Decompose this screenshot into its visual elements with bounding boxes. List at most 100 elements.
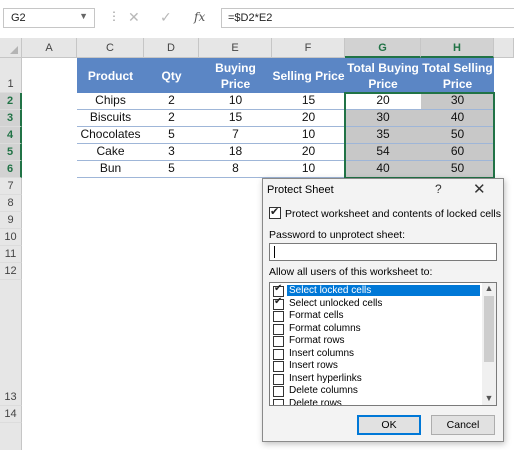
- table-cell[interactable]: 20: [272, 144, 345, 161]
- active-cell[interactable]: 20: [345, 93, 421, 110]
- table-cell[interactable]: 2: [144, 93, 199, 110]
- table-cell[interactable]: 10: [272, 161, 345, 178]
- table-cell[interactable]: Chocolates: [77, 127, 144, 144]
- list-item[interactable]: Select locked cells: [270, 283, 482, 298]
- insert-function-icon[interactable]: fx: [194, 10, 205, 24]
- formula-input[interactable]: =$D2*E2: [221, 8, 514, 28]
- permission-checkbox[interactable]: [273, 336, 284, 347]
- table-cell[interactable]: 8: [199, 161, 272, 178]
- row-header-6[interactable]: 6: [0, 161, 22, 178]
- scrollbar-thumb[interactable]: [484, 296, 494, 362]
- table-cell[interactable]: Biscuits: [77, 110, 144, 127]
- ok-button[interactable]: OK: [357, 415, 421, 435]
- table-cell[interactable]: 7: [199, 127, 272, 144]
- permission-label: Select unlocked cells: [289, 297, 383, 309]
- scroll-down-icon[interactable]: ▼: [482, 393, 496, 405]
- table-cell[interactable]: 10: [199, 93, 272, 110]
- row-header-12[interactable]: 12: [0, 263, 22, 280]
- row-header-5[interactable]: 5: [0, 144, 22, 161]
- cancel-icon[interactable]: ✕: [128, 9, 140, 26]
- table-cell[interactable]: 40: [421, 110, 494, 127]
- table-cell[interactable]: 3: [144, 144, 199, 161]
- column-header-e[interactable]: E: [199, 38, 272, 58]
- select-all-button[interactable]: [0, 38, 22, 58]
- table-cell[interactable]: 20: [272, 110, 345, 127]
- scroll-up-icon[interactable]: ▲: [482, 283, 496, 295]
- row-header-2[interactable]: 2: [0, 93, 22, 110]
- dialog-title: Protect Sheet: [267, 184, 334, 196]
- column-header-d[interactable]: D: [144, 38, 199, 58]
- table-cell[interactable]: 50: [421, 127, 494, 144]
- close-icon[interactable]: ✕: [473, 180, 486, 198]
- header-total-buying-price[interactable]: Total Buying Price: [345, 58, 421, 93]
- header-qty[interactable]: Qty: [144, 58, 199, 93]
- row-header-13[interactable]: 13: [0, 280, 22, 406]
- column-header-a[interactable]: A: [22, 38, 77, 58]
- permission-label: Insert rows: [289, 360, 338, 371]
- table-cell[interactable]: 15: [199, 110, 272, 127]
- table-cell[interactable]: 5: [144, 161, 199, 178]
- table-cell[interactable]: 60: [421, 144, 494, 161]
- list-item[interactable]: Delete columns: [270, 385, 482, 398]
- permission-label: Insert hyperlinks: [289, 372, 362, 384]
- header-total-selling-price[interactable]: Total Selling Price: [421, 58, 494, 93]
- table-cell[interactable]: 5: [144, 127, 199, 144]
- help-icon[interactable]: ?: [435, 182, 442, 196]
- permission-checkbox[interactable]: [273, 348, 284, 360]
- column-header-g[interactable]: G: [345, 38, 421, 58]
- column-header-f[interactable]: F: [272, 38, 345, 58]
- confirm-icon[interactable]: ✓: [160, 9, 172, 26]
- column-header-c[interactable]: C: [77, 38, 144, 58]
- list-item[interactable]: Insert rows: [270, 360, 482, 373]
- table-cell[interactable]: 54: [345, 144, 421, 161]
- table-cell[interactable]: 50: [421, 161, 494, 178]
- permissions-list[interactable]: Select locked cells Select unlocked cell…: [269, 282, 497, 406]
- header-selling-price[interactable]: Selling Price: [272, 58, 345, 93]
- permission-checkbox[interactable]: [273, 398, 284, 405]
- table-cell[interactable]: 30: [421, 93, 494, 110]
- table-cell[interactable]: 40: [345, 161, 421, 178]
- table-cell[interactable]: Cake: [77, 144, 144, 161]
- cancel-button[interactable]: Cancel: [431, 415, 495, 435]
- list-item[interactable]: Format rows: [270, 335, 482, 348]
- row-header-3[interactable]: 3: [0, 110, 22, 127]
- permissions-scrollbar[interactable]: ▲ ▼: [482, 283, 496, 405]
- header-product[interactable]: Product: [77, 58, 144, 93]
- row-header-10[interactable]: 10: [0, 229, 22, 246]
- list-item[interactable]: Delete rows: [270, 398, 482, 405]
- permission-checkbox[interactable]: [273, 386, 284, 397]
- table-cell[interactable]: Chips: [77, 93, 144, 110]
- row-header-14[interactable]: 14: [0, 406, 22, 423]
- name-box[interactable]: G2 ▼: [3, 8, 95, 28]
- chevron-down-icon[interactable]: ▼: [79, 11, 88, 21]
- table-cell[interactable]: 15: [272, 93, 345, 110]
- list-item[interactable]: Select unlocked cells: [270, 296, 482, 311]
- permission-checkbox[interactable]: [273, 373, 284, 385]
- permission-checkbox[interactable]: [273, 323, 284, 335]
- table-cell[interactable]: Bun: [77, 161, 144, 178]
- permission-checkbox[interactable]: [273, 311, 284, 322]
- protect-worksheet-checkbox[interactable]: [269, 205, 281, 219]
- column-header-next[interactable]: [494, 38, 514, 58]
- row-header-11[interactable]: 11: [0, 246, 22, 263]
- table-cell[interactable]: 30: [345, 110, 421, 127]
- table-cell[interactable]: 35: [345, 127, 421, 144]
- row-header-9[interactable]: 9: [0, 212, 22, 229]
- row-header-1[interactable]: 1: [0, 58, 22, 93]
- header-buying-price[interactable]: Buying Price: [199, 58, 272, 93]
- list-item[interactable]: Insert hyperlinks: [270, 372, 482, 386]
- column-header-h[interactable]: H: [421, 38, 494, 58]
- permission-checkbox[interactable]: [273, 296, 284, 310]
- permission-checkbox[interactable]: [273, 361, 284, 372]
- row-header-7[interactable]: 7: [0, 178, 22, 195]
- list-item[interactable]: Format columns: [270, 323, 482, 336]
- table-cell[interactable]: 10: [272, 127, 345, 144]
- password-input[interactable]: [269, 243, 497, 261]
- formula-bar: G2 ▼ ⋮ ✕ ✓ fx =$D2*E2: [0, 0, 514, 34]
- row-header-4[interactable]: 4: [0, 127, 22, 144]
- list-item[interactable]: Insert columns: [270, 348, 482, 361]
- table-cell[interactable]: 18: [199, 144, 272, 161]
- table-cell[interactable]: 2: [144, 110, 199, 127]
- list-item[interactable]: Format cells: [270, 310, 482, 323]
- row-header-8[interactable]: 8: [0, 195, 22, 212]
